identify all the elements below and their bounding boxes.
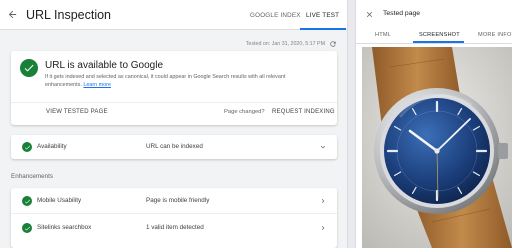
close-icon — [366, 11, 372, 17]
url-status-title: URL is available to Google — [45, 60, 164, 71]
check-icon — [22, 223, 32, 233]
availability-card: Availability URL can be indexed — [11, 135, 337, 159]
active-tab-indicator — [300, 28, 346, 30]
enhancement-label: Sitelinks searchbox — [37, 224, 92, 231]
tab-live-test[interactable]: LIVE TEST — [306, 12, 339, 19]
enhancements-heading: Enhancements — [11, 173, 54, 180]
tested-timestamp: Tested on: Jan 31, 2020, 5:17 PM — [245, 41, 325, 47]
chevron-right-icon[interactable] — [319, 224, 327, 232]
card-divider — [11, 102, 337, 103]
enhancement-row-sitelinks-searchbox[interactable]: Sitelinks searchbox 1 valid item detecte… — [11, 216, 337, 240]
availability-label: Availability — [37, 143, 67, 150]
learn-more-link[interactable]: Learn more — [83, 82, 111, 88]
arrow-back-icon — [8, 10, 16, 18]
enhancement-value: 1 valid item detected — [146, 224, 204, 231]
back-button[interactable] — [4, 6, 20, 22]
tested-page-title: Tested page — [383, 10, 421, 17]
inspection-header: URL Inspection GOOGLE INDEX LIVE TEST — [0, 0, 347, 30]
page-changed-label: Page changed? — [224, 109, 265, 115]
watch-product-image — [362, 47, 512, 248]
enhancement-value: Page is mobile friendly — [146, 197, 210, 204]
page-screenshot — [362, 47, 512, 248]
row-divider — [11, 213, 337, 214]
page-title: URL Inspection — [26, 8, 111, 22]
request-indexing-button[interactable]: REQUEST INDEXING — [272, 109, 335, 115]
panel-divider — [347, 0, 356, 248]
check-icon — [22, 196, 32, 206]
tab-separator — [356, 43, 512, 44]
chevron-down-icon[interactable] — [319, 143, 327, 151]
check-icon — [22, 142, 32, 152]
availability-value: URL can be indexed — [146, 143, 203, 150]
refresh-icon[interactable] — [329, 40, 337, 48]
url-status-description: If it gets indexed and selected as canon… — [45, 73, 315, 89]
url-status-card: URL is available to Google If it gets in… — [11, 51, 337, 125]
url-inspection-panel: URL Inspection GOOGLE INDEX LIVE TEST Te… — [0, 0, 347, 248]
tested-timestamp-row: Tested on: Jan 31, 2020, 5:17 PM — [246, 40, 337, 48]
view-tested-page-button[interactable]: VIEW TESTED PAGE — [46, 109, 108, 115]
availability-row[interactable]: Availability URL can be indexed — [11, 135, 337, 159]
chevron-right-icon[interactable] — [319, 197, 327, 205]
enhancement-row-mobile-usability[interactable]: Mobile Usability Page is mobile friendly — [11, 189, 337, 213]
description-text: If it gets indexed and selected as canon… — [45, 74, 286, 88]
tab-screenshot[interactable]: SCREENSHOT — [419, 32, 460, 38]
tab-more-info[interactable]: MORE INFO — [478, 32, 512, 38]
enhancements-card: Mobile Usability Page is mobile friendly… — [11, 188, 337, 248]
tab-google-index[interactable]: GOOGLE INDEX — [250, 12, 301, 19]
enhancement-label: Mobile Usability — [37, 197, 82, 204]
close-button[interactable] — [364, 9, 374, 19]
tested-page-panel: Tested page HTML SCREENSHOT MORE INFO — [356, 0, 512, 248]
success-check-icon — [20, 59, 38, 77]
tab-html[interactable]: HTML — [375, 32, 391, 38]
